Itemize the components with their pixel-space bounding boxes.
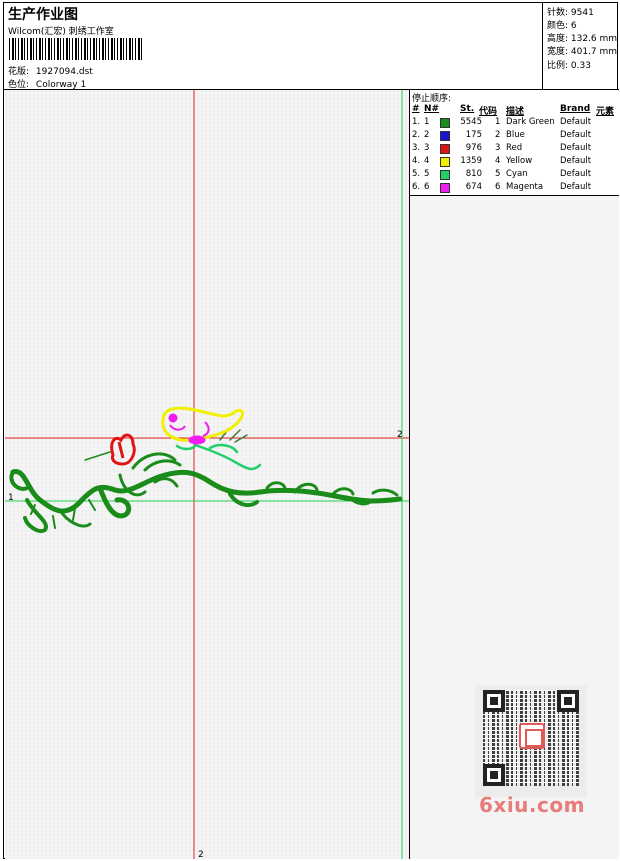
page-title: 生产作业图	[8, 7, 78, 23]
row-index: 4.	[412, 156, 421, 166]
row-stitches: 674	[465, 182, 482, 192]
row-stitches: 976	[465, 143, 482, 153]
row-description: Blue	[506, 130, 525, 140]
row-brand: Default	[560, 182, 592, 192]
col-stitches: St.	[460, 104, 475, 114]
row-code: 6	[495, 182, 501, 192]
color-count: 颜色: 6	[547, 21, 577, 31]
color-swatch	[440, 170, 450, 180]
color-swatch	[440, 157, 450, 167]
qr-finder-bottom-left	[483, 764, 505, 786]
row-index: 2.	[412, 130, 421, 140]
row-number: 3	[424, 143, 430, 153]
canvas-background	[5, 90, 409, 859]
row-number: 1	[424, 117, 430, 127]
col-element: 元素	[596, 107, 615, 117]
design-height: 高度: 132.6 mm	[547, 34, 618, 44]
row-index: 1.	[412, 117, 421, 127]
color-swatch	[440, 144, 450, 154]
design-stats: 针数: 9541 颜色: 6 高度: 132.6 mm 宽度: 401.7 mm…	[542, 3, 619, 89]
row-index: 3.	[412, 143, 421, 153]
row-number: 2	[424, 130, 430, 140]
stop-sequence-row: 3. 3 976 3 Red Default	[410, 143, 619, 156]
qr-code	[475, 685, 587, 797]
row-description: Yellow	[506, 156, 533, 166]
row-description: Dark Green	[506, 117, 555, 127]
stop-sequence-row: 5. 5 810 5 Cyan Default	[410, 169, 619, 182]
header-info: 生产作业图 Wilcom(汇宏) 刺绣工作室 花版: 1927094.dst 色…	[4, 3, 542, 90]
row-code: 2	[495, 130, 501, 140]
design-file-row: 花版: 1927094.dst	[8, 64, 93, 77]
col-description: 描述	[506, 107, 525, 117]
guide-marker-bottom: 2	[198, 850, 204, 859]
color-swatch	[440, 118, 450, 128]
row-description: Cyan	[506, 169, 528, 179]
row-brand: Default	[560, 169, 592, 179]
row-stitches: 810	[465, 169, 482, 179]
row-stitches: 5545	[460, 117, 482, 127]
color-swatch	[440, 131, 450, 141]
col-number: N#	[424, 104, 440, 114]
guide-marker-top: 2	[397, 430, 403, 440]
row-index: 6.	[412, 182, 421, 192]
design-scale: 比例: 0.33	[547, 61, 591, 71]
site-watermark: 6xiu.com	[479, 793, 585, 817]
row-code: 1	[495, 117, 501, 127]
row-code: 4	[495, 156, 501, 166]
row-description: Red	[506, 143, 523, 153]
row-code: 3	[495, 143, 501, 153]
stop-sequence-title: 停止顺序:	[412, 94, 452, 104]
stop-sequence-row: 6. 6 674 6 Magenta Default	[410, 182, 619, 195]
row-stitches: 1359	[460, 156, 482, 166]
design-preview-svg: 2 1 2	[5, 90, 409, 859]
stop-sequence-row: 4. 4 1359 4 Yellow Default	[410, 156, 619, 169]
row-brand: Default	[560, 117, 592, 127]
production-sheet: 生产作业图 Wilcom(汇宏) 刺绣工作室 花版: 1927094.dst 色…	[3, 2, 619, 859]
design-width: 宽度: 401.7 mm	[547, 47, 618, 57]
row-brand: Default	[560, 143, 592, 153]
col-code: 代码	[479, 107, 498, 117]
guide-marker-left: 1	[8, 493, 14, 503]
barcode-image	[9, 38, 143, 60]
stitch-count: 针数: 9541	[547, 8, 594, 18]
qr-finder-top-right	[557, 690, 579, 712]
studio-name: Wilcom(汇宏) 刺绣工作室	[8, 27, 114, 37]
design-file-value: 1927094.dst	[35, 67, 93, 77]
row-number: 6	[424, 182, 430, 192]
qr-finder-top-left	[483, 690, 505, 712]
color-swatch	[440, 183, 450, 193]
col-brand: Brand	[560, 104, 591, 114]
qr-logo-stamp	[519, 723, 545, 749]
stop-sequence-table: 停止顺序: # N# St. 代码 描述 Brand 元素 1. 1 5545 1 Da…	[410, 90, 619, 196]
row-brand: Default	[560, 130, 592, 140]
stop-sequence-row: 2. 2 175 2 Blue Default	[410, 130, 619, 143]
row-index: 5.	[412, 169, 421, 179]
design-preview-canvas: 2 1 2	[5, 90, 409, 859]
stop-sequence-row: 1. 1 5545 1 Dark Green Default	[410, 117, 619, 130]
col-hash: #	[412, 104, 420, 114]
design-file-label: 花版:	[8, 67, 30, 77]
row-brand: Default	[560, 156, 592, 166]
row-number: 5	[424, 169, 430, 179]
row-code: 5	[495, 169, 501, 179]
row-stitches: 175	[465, 130, 482, 140]
row-number: 4	[424, 156, 430, 166]
row-description: Magenta	[506, 182, 544, 192]
